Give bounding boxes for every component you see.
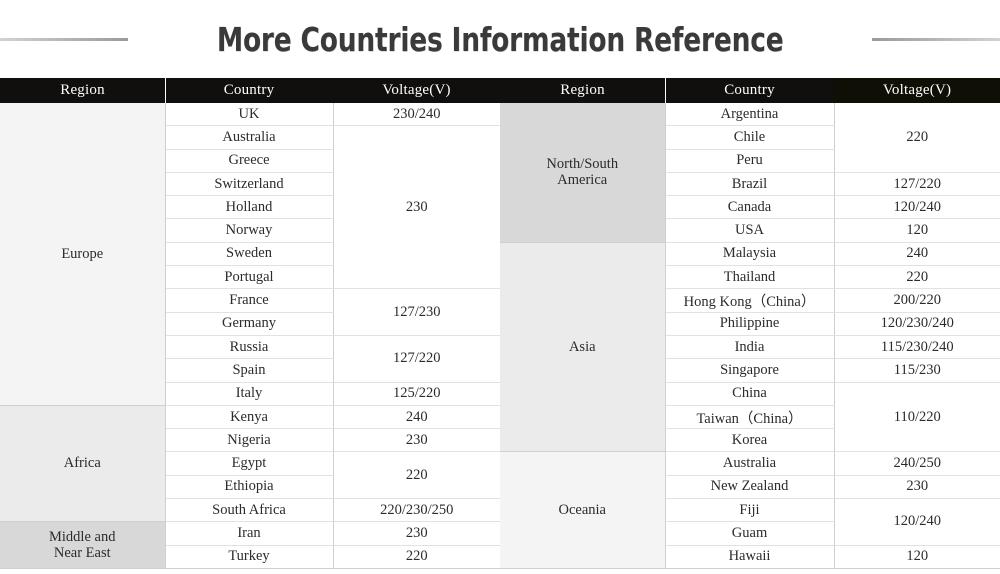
column-header-region: Region — [0, 78, 165, 103]
voltage-cell: 240 — [834, 242, 1000, 267]
region-cell: Middle and Near East — [0, 521, 166, 569]
column-header-voltage: Voltage(V) — [333, 78, 500, 103]
country-cell: Hong Kong（China） — [665, 288, 835, 313]
region-cell: Asia — [500, 242, 666, 453]
country-cell: India — [665, 335, 835, 360]
voltage-cell: 230 — [333, 428, 500, 453]
country-cell: Fiji — [665, 498, 835, 523]
table-left-header: Region Country Voltage(V) — [0, 78, 500, 103]
voltage-cell: 120/240 — [834, 195, 1000, 220]
voltage-cell: 110/220 — [834, 382, 1000, 453]
table-row: North/South America Argentina 220 — [500, 103, 1000, 243]
table-row: Oceania Australia 240/250 — [500, 451, 1000, 569]
voltage-cell: 220 — [834, 103, 1000, 173]
voltage-cell: 120 — [834, 218, 1000, 243]
voltage-table-right: Region Country Voltage(V) North/South Ame… — [500, 78, 1000, 569]
country-cell: Brazil — [665, 172, 835, 197]
voltage-cell: 220 — [333, 451, 500, 500]
voltage-cell: 120/230/240 — [834, 312, 1000, 336]
country-cell: Malaysia — [665, 242, 835, 267]
region-cell: North/South America — [500, 103, 666, 243]
voltage-cell: 220/230/250 — [333, 498, 500, 523]
voltage-cell: 115/230 — [834, 358, 1000, 383]
country-cell: Nigeria — [165, 428, 334, 453]
table-row: Africa Kenya 240 — [0, 405, 500, 523]
column-header-region: Region — [500, 78, 665, 103]
table-left-body: Europe UK 230/240 Australia 230 Greece Switzer… — [0, 103, 500, 569]
country-cell: Kenya — [165, 405, 334, 430]
table-row: Europe UK 230/240 — [0, 103, 500, 406]
country-cell: USA — [665, 218, 835, 243]
country-cell: Norway — [165, 218, 334, 243]
voltage-cell: 115/230/240 — [834, 335, 1000, 360]
country-cell: Argentina — [665, 103, 835, 127]
table-row: Asia Malaysia 240 — [500, 242, 1000, 453]
column-header-voltage: Voltage(V) — [834, 78, 1000, 103]
country-cell: Iran — [165, 521, 334, 546]
country-cell: Egypt — [165, 451, 334, 476]
country-cell: Italy — [165, 382, 334, 406]
voltage-cell: 230/240 — [333, 103, 500, 127]
country-cell: France — [165, 288, 334, 313]
voltage-cell: 127/230 — [333, 288, 500, 336]
country-cell: Russia — [165, 335, 334, 360]
country-cell: Holland — [165, 195, 334, 220]
voltage-cell: 230 — [333, 125, 500, 290]
country-cell: Singapore — [665, 358, 835, 383]
country-cell: Turkey — [165, 545, 334, 569]
voltage-cell: 220 — [834, 265, 1000, 290]
page-title: More Countries Information Reference — [216, 19, 784, 59]
column-header-country: Country — [665, 78, 834, 103]
voltage-tables-container: Region Country Voltage(V) Europe UK 230/24… — [0, 78, 1000, 569]
voltage-cell: 127/220 — [333, 335, 500, 383]
country-cell: Peru — [665, 149, 835, 173]
header-row: Region Country Voltage(V) — [0, 78, 500, 103]
country-cell: Germany — [165, 312, 334, 336]
country-cell: Thailand — [665, 265, 835, 290]
country-cell: South Africa — [165, 498, 334, 523]
region-cell: Europe — [0, 103, 166, 406]
country-cell: Greece — [165, 149, 334, 173]
table-right-header: Region Country Voltage(V) — [500, 78, 1000, 103]
voltage-cell: 127/220 — [834, 172, 1000, 197]
country-cell: Ethiopia — [165, 475, 334, 500]
country-cell: Guam — [665, 521, 835, 546]
column-header-country: Country — [165, 78, 333, 103]
country-cell: New Zealand — [665, 475, 835, 500]
voltage-cell: 240/250 — [834, 451, 1000, 476]
voltage-cell: 220 — [333, 545, 500, 569]
region-cell: Oceania — [500, 451, 666, 569]
table-row: Middle and Near East Iran 230 — [0, 521, 500, 569]
country-cell: Chile — [665, 125, 835, 150]
table-right-body: North/South America Argentina 220 Chile Peru B… — [500, 103, 1000, 569]
country-cell: Canada — [665, 195, 835, 220]
country-cell: Hawaii — [665, 545, 835, 569]
country-cell: UK — [165, 103, 334, 127]
country-cell: Sweden — [165, 242, 334, 267]
voltage-cell: 240 — [333, 405, 500, 430]
country-cell: Australia — [665, 451, 835, 476]
voltage-cell: 230 — [834, 475, 1000, 500]
country-cell: Taiwan（China） — [665, 405, 835, 430]
country-cell: Korea — [665, 428, 835, 453]
voltage-cell: 120/240 — [834, 498, 1000, 546]
title-rule-right — [872, 37, 1000, 41]
country-cell: Philippine — [665, 312, 835, 336]
country-cell: Spain — [165, 358, 334, 383]
voltage-cell: 200/220 — [834, 288, 1000, 313]
country-cell: Switzerland — [165, 172, 334, 197]
country-cell: Australia — [165, 125, 334, 150]
title-rule-left — [0, 37, 128, 41]
country-cell: China — [665, 382, 835, 406]
voltage-cell: 230 — [333, 521, 500, 546]
voltage-table-left: Region Country Voltage(V) Europe UK 230/24… — [0, 78, 500, 569]
voltage-cell: 125/220 — [333, 382, 500, 406]
country-cell: Portugal — [165, 265, 334, 290]
voltage-cell: 120 — [834, 545, 1000, 569]
header-row: Region Country Voltage(V) — [500, 78, 1000, 103]
page-header: More Countries Information Reference — [0, 0, 1000, 78]
region-cell: Africa — [0, 405, 166, 523]
